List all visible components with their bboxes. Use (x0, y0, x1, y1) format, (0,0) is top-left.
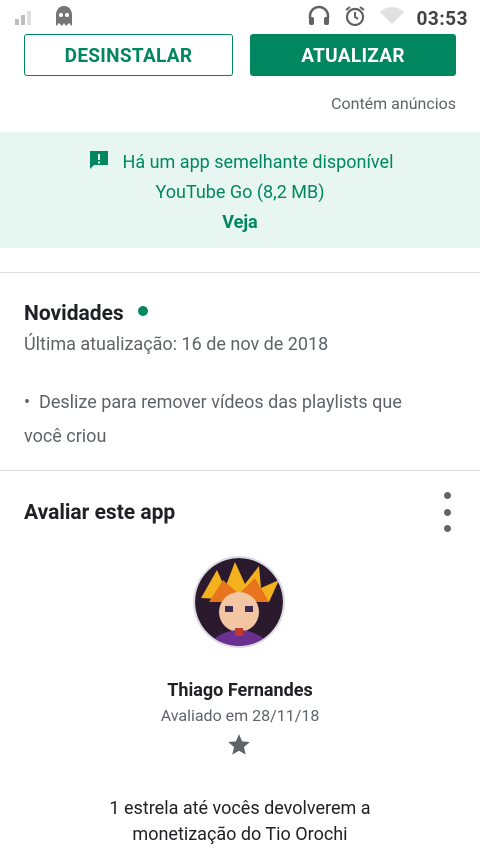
avatar[interactable] (193, 556, 285, 648)
last-update-date: Última atualização: 16 de nov de 2018 (24, 334, 329, 355)
similar-app-banner: Há um app semelhante disponível YouTube … (0, 132, 480, 248)
more-options-icon[interactable] (440, 492, 454, 532)
similar-app-view-link[interactable]: Veja (0, 212, 480, 233)
whats-new-title: Novidades (24, 302, 124, 326)
divider (0, 272, 480, 273)
rate-app-title: Avaliar este app (24, 501, 176, 525)
ghost-icon (54, 5, 74, 32)
similar-app-message: Há um app semelhante disponível (122, 152, 394, 173)
alarm-icon (343, 5, 367, 32)
changelog: • Deslize para remover vídeos das playli… (24, 386, 444, 454)
wifi-icon (379, 6, 405, 31)
similar-app-message-row: Há um app semelhante disponível (0, 148, 480, 177)
reviewer-name: Thiago Fernandes (167, 680, 313, 701)
update-button[interactable]: ATUALIZAR (250, 34, 456, 76)
whats-new-header[interactable]: Novidades (24, 302, 148, 326)
signal-icon (14, 7, 36, 30)
headset-icon (307, 5, 331, 32)
ads-notice: Contém anúncios (331, 94, 456, 113)
review-date: Avaliado em 28/11/18 (160, 706, 320, 725)
similar-app-name: YouTube Go (8,2 MB) (155, 182, 325, 203)
changelog-bullet: • (24, 392, 31, 413)
divider (0, 470, 480, 471)
review-text: 1 estrela até vocês devolverem a monetiz… (109, 798, 371, 845)
uninstall-button[interactable]: DESINSTALAR (24, 34, 233, 76)
clock: 03:53 (416, 6, 468, 30)
message-icon (87, 148, 111, 177)
star-icon[interactable] (226, 732, 252, 758)
changelog-text: Deslize para remover vídeos das playlist… (24, 392, 402, 447)
status-bar: 03:53 (0, 0, 480, 36)
new-indicator-dot (137, 306, 148, 317)
